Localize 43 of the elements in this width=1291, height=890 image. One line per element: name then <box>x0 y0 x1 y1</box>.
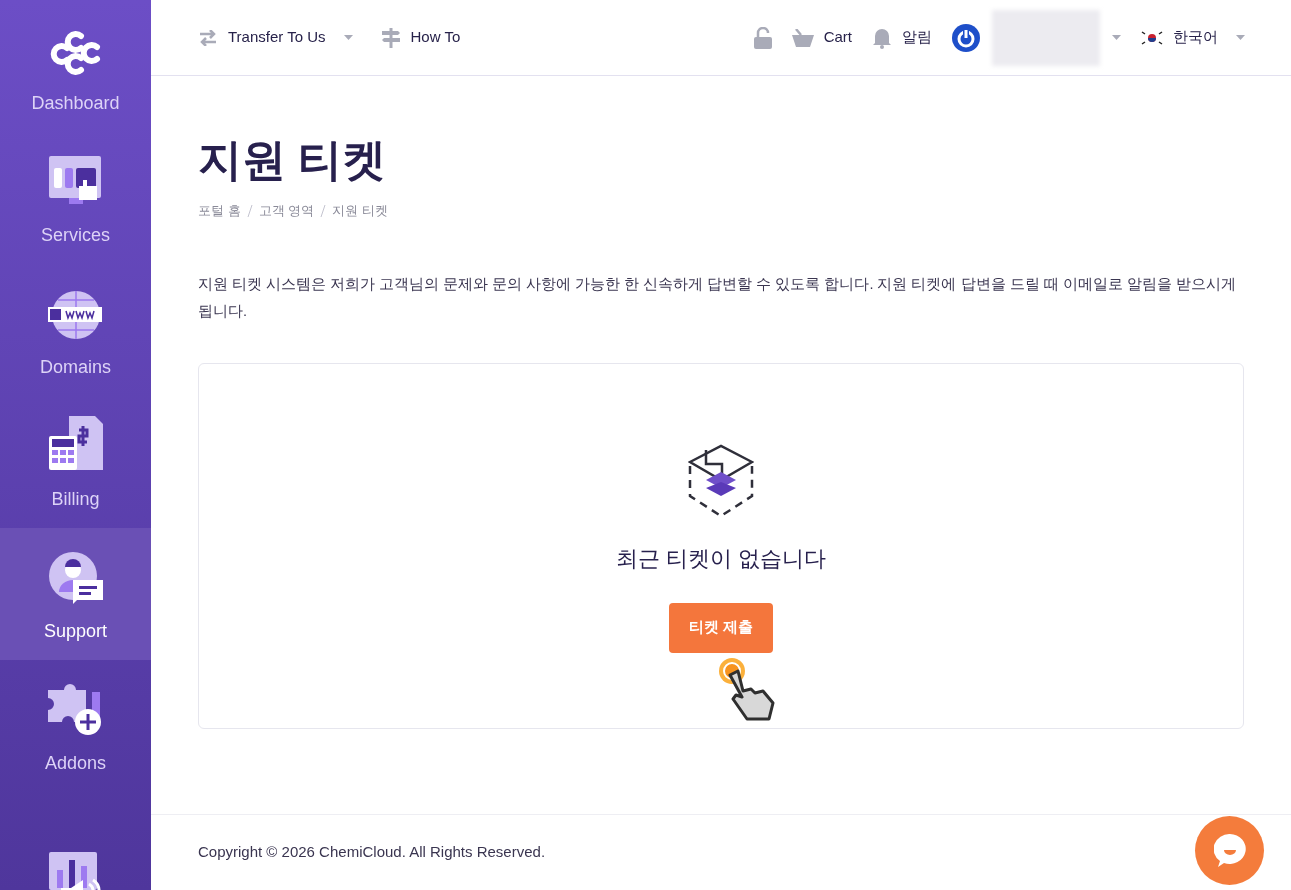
sidebar-label: Support <box>43 622 107 640</box>
sidebar-item[interactable]: Support <box>0 528 151 660</box>
calculator-icon <box>48 416 103 472</box>
chat-bubble-icon <box>1213 833 1246 868</box>
nav-link[interactable]: Cart <box>823 26 852 49</box>
sidebar-item[interactable]: Dashboard <box>0 0 151 132</box>
nav-link[interactable]: How To <box>410 26 461 49</box>
sidebar-item[interactable]: Services <box>0 132 151 264</box>
sidebar-label: Addons <box>44 754 107 772</box>
intro-text: 지원 티켓 시스템은 저희가 고객님의 문제와 문의 사항에 가능한 한 신속하게 답변할 수 있도록 합니다. 지원 티켓에 답변을 드릴 때 이메일로 알림을 받으시게 됩니다. <box>198 274 1237 321</box>
sidebar-label: Billing <box>51 490 100 508</box>
sidebar-item[interactable]: Domains <box>0 264 151 396</box>
caret-icon <box>1236 35 1245 40</box>
nav-link[interactable]: 한국어 <box>1173 26 1218 49</box>
signpost-icon <box>380 27 401 48</box>
power-avatar-icon[interactable] <box>952 23 980 52</box>
basket-icon <box>791 28 814 47</box>
breadcrumb-separator-icon <box>246 204 253 217</box>
support-agent-icon <box>48 552 103 604</box>
globe-icon <box>47 290 104 340</box>
bell-icon <box>872 26 892 49</box>
caret-icon <box>1112 35 1121 40</box>
submit-ticket-button[interactable]: 티켓 제출 <box>668 602 774 653</box>
swap-arrows-icon <box>198 29 218 46</box>
caret-icon <box>343 35 353 40</box>
breadcrumb-link[interactable]: 포털 홈 <box>198 201 241 221</box>
chart-megaphone-icon <box>48 852 103 890</box>
breadcrumb-separator-icon <box>320 204 327 217</box>
sidebar-label: Dashboard <box>31 94 120 112</box>
nav-link[interactable]: Transfer To Us <box>228 26 326 49</box>
nav-link[interactable]: 알림 <box>902 26 932 49</box>
sidebar-item[interactable]: Addons <box>0 660 151 792</box>
empty-message: 최근 티켓이 없습니다 <box>615 544 827 573</box>
copyright-text: Copyright © 2026 ChemiCloud. All Rights Reserved. <box>198 842 546 863</box>
breadcrumb-link[interactable]: 고객 영역 <box>258 201 315 221</box>
sidebar-label: Services <box>41 226 110 244</box>
puzzle-plus-icon <box>47 682 104 736</box>
page-title: 지원 티켓 <box>198 134 388 186</box>
sidebar-label: Domains <box>40 358 111 376</box>
breadcrumb-link[interactable]: 지원 티켓 <box>332 201 388 221</box>
korea-flag-icon <box>1141 29 1163 46</box>
sidebar-item[interactable]: Billing <box>0 396 151 528</box>
open-envelope-box-icon <box>688 443 754 518</box>
